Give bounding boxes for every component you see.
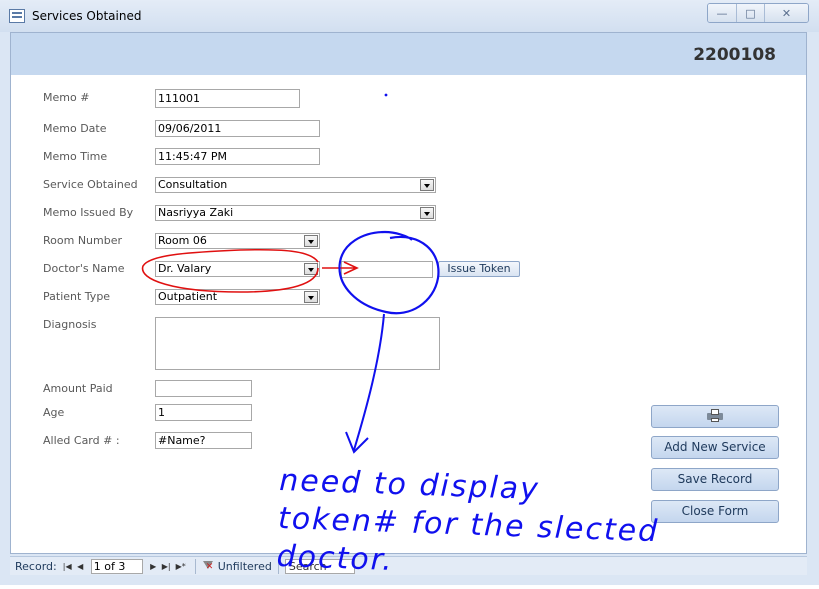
room-number-combo[interactable]: Room 06 xyxy=(155,233,320,249)
patient-type-value: Outpatient xyxy=(158,290,218,303)
chevron-down-icon[interactable] xyxy=(420,207,434,219)
previous-record-button[interactable]: ◀ xyxy=(74,559,87,574)
token-field[interactable] xyxy=(341,261,433,278)
window-controls: — □ ✕ xyxy=(707,3,809,23)
memo-issued-by-combo[interactable]: Nasriyya Zaki xyxy=(155,205,436,221)
doctors-name-value: Dr. Valary xyxy=(158,262,212,275)
memo-date-label: Memo Date xyxy=(43,122,107,135)
room-number-value: Room 06 xyxy=(158,234,207,247)
chevron-down-icon[interactable] xyxy=(420,179,434,191)
chevron-down-icon[interactable] xyxy=(304,263,318,275)
record-position-input[interactable]: 1 of 3 xyxy=(90,558,143,574)
alled-card-label: Alled Card # : xyxy=(43,434,120,447)
chevron-down-icon[interactable] xyxy=(304,291,318,303)
patient-type-label: Patient Type xyxy=(43,290,111,303)
first-record-button[interactable]: |◀ xyxy=(61,559,74,574)
handwritten-annotation: need to display token# for the slected d… xyxy=(276,462,661,589)
chevron-down-icon[interactable] xyxy=(304,235,318,247)
last-record-button[interactable]: ▶| xyxy=(160,559,173,574)
filter-status[interactable]: Unfiltered xyxy=(218,560,272,573)
memo-date-field[interactable]: 09/06/2011 xyxy=(155,120,320,137)
issue-token-button[interactable]: Issue Token xyxy=(438,261,520,277)
service-obtained-label: Service Obtained xyxy=(43,178,138,191)
age-label: Age xyxy=(43,406,65,419)
memo-issued-by-label: Memo Issued By xyxy=(43,206,134,219)
record-id: 2200108 xyxy=(693,45,776,65)
window-title: Services Obtained xyxy=(32,9,142,23)
diagnosis-textarea[interactable] xyxy=(155,317,440,370)
form-icon xyxy=(9,9,25,23)
age-field[interactable]: 1 xyxy=(155,404,252,421)
new-record-button[interactable]: ▶* xyxy=(173,559,189,574)
doctors-name-combo[interactable]: Dr. Valary xyxy=(155,261,320,277)
save-record-button[interactable]: Save Record xyxy=(651,468,779,491)
form-header: 2200108 xyxy=(11,33,806,75)
memo-no-field[interactable]: 111001 xyxy=(155,89,300,108)
minimize-button[interactable]: — xyxy=(708,4,736,22)
print-button[interactable] xyxy=(651,405,779,428)
diagnosis-label: Diagnosis xyxy=(43,318,97,331)
room-number-label: Room Number xyxy=(43,234,123,247)
service-obtained-combo[interactable]: Consultation xyxy=(155,177,436,193)
memo-time-field[interactable]: 11:45:47 PM xyxy=(155,148,320,165)
memo-no-label: Memo # xyxy=(43,91,90,104)
amount-paid-label: Amount Paid xyxy=(43,382,113,395)
alled-card-field[interactable]: #Name? xyxy=(155,432,252,449)
access-form-window: Services Obtained — □ ✕ 2200108 Memo # 1… xyxy=(0,0,819,585)
memo-issued-by-value: Nasriyya Zaki xyxy=(158,206,234,219)
maximize-button[interactable]: □ xyxy=(736,4,764,22)
next-record-button[interactable]: ▶ xyxy=(147,559,160,574)
nav-separator xyxy=(194,558,196,574)
title-bar[interactable]: Services Obtained — □ ✕ xyxy=(0,0,819,32)
service-obtained-value: Consultation xyxy=(158,178,228,191)
right-frame xyxy=(808,32,819,585)
add-new-service-button[interactable]: Add New Service xyxy=(651,436,779,459)
amount-paid-field[interactable] xyxy=(155,380,252,397)
doctors-name-label: Doctor's Name xyxy=(43,262,125,275)
memo-time-label: Memo Time xyxy=(43,150,108,163)
close-form-button[interactable]: Close Form xyxy=(651,500,779,523)
record-label: Record: xyxy=(15,559,57,573)
close-button[interactable]: ✕ xyxy=(764,4,808,22)
printer-icon xyxy=(707,409,723,422)
patient-type-combo[interactable]: Outpatient xyxy=(155,289,320,305)
filter-icon[interactable] xyxy=(202,560,214,572)
left-frame xyxy=(0,32,10,585)
